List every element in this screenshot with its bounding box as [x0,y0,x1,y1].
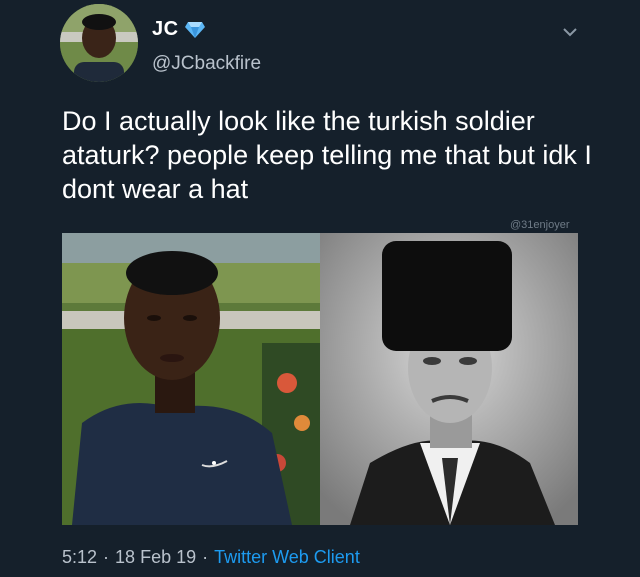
meta-separator: · [202,547,209,567]
tweet-text: Do I actually look like the turkish sold… [62,106,592,204]
photo-young-man [62,233,320,525]
diamond-icon [184,21,205,38]
avatar[interactable] [60,4,138,82]
tweet-card: JC @JCbackfire Do I actually look like t… [0,0,640,577]
photo-ataturk [320,233,578,525]
tweet-time[interactable]: 5:12 [62,547,97,568]
chevron-down-icon[interactable] [560,22,580,42]
tweet-media[interactable] [62,233,578,525]
tweet-date[interactable]: 18 Feb 19 [115,547,196,568]
client-link[interactable]: Twitter Web Client [214,547,360,568]
name-row: JC [152,18,205,41]
user-handle[interactable]: @JCbackfire [152,53,261,75]
watermark: @31enjoyer [510,219,570,231]
meta-separator: · [103,547,110,567]
tweet-meta: 5:12 · 18 Feb 19 · Twitter Web Client [62,547,360,568]
display-name[interactable]: JC [152,18,179,41]
